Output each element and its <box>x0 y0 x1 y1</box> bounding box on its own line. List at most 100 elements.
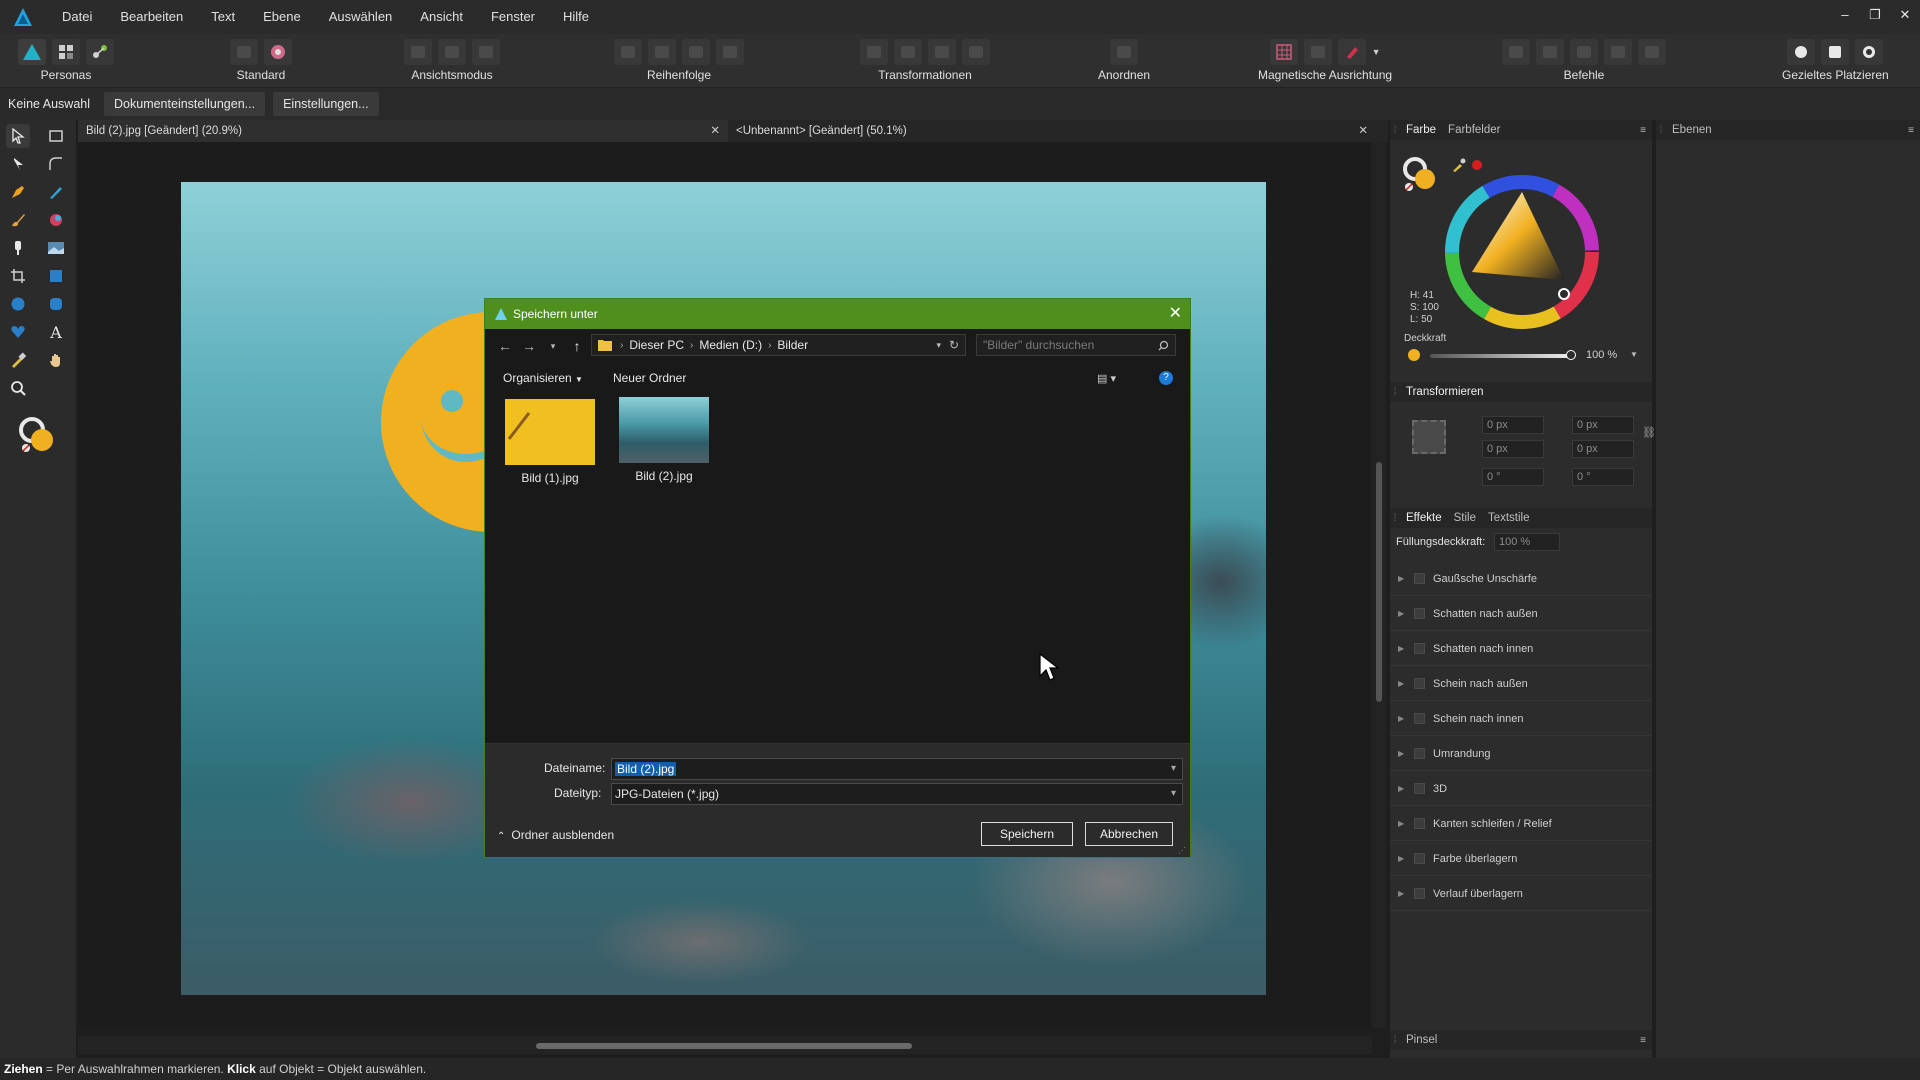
affinity-logo-icon[interactable] <box>12 6 34 28</box>
recent-dropdown-icon[interactable]: ▾ <box>541 341 565 352</box>
grip-icon[interactable]: ⁞ <box>1390 125 1400 136</box>
insert-behind-icon[interactable] <box>1787 39 1816 65</box>
opacity-value[interactable]: 100 % <box>1586 349 1617 361</box>
save-button[interactable]: Speichern <box>981 822 1073 846</box>
transform-rotation-field[interactable]: 0 ° <box>1482 468 1544 486</box>
effect-checkbox[interactable] <box>1414 853 1425 864</box>
insert-inside-icon[interactable] <box>1855 39 1884 65</box>
opacity-slider[interactable] <box>1430 354 1570 358</box>
order-3-icon[interactable] <box>682 39 710 65</box>
corner-tool-icon[interactable] <box>44 152 68 176</box>
transform-h-field[interactable]: 0 px <box>1572 440 1634 458</box>
filename-input[interactable]: Bild (2).jpg ▾ <box>611 758 1183 780</box>
expand-icon[interactable]: ▶ <box>1398 609 1408 618</box>
transform-shear-field[interactable]: 0 ° <box>1572 468 1634 486</box>
artboard-tool-icon[interactable] <box>44 124 68 148</box>
grip-icon[interactable]: ⁞ <box>1656 125 1666 136</box>
tab-farbe[interactable]: Farbe <box>1400 124 1442 136</box>
close-tab-icon[interactable]: ✕ <box>1358 120 1368 142</box>
pixel-persona-icon[interactable] <box>52 39 80 65</box>
search-icon[interactable] <box>1158 340 1169 351</box>
filename-dropdown-icon[interactable]: ▾ <box>1171 759 1176 779</box>
menu-auswaehlen[interactable]: Auswählen <box>315 0 407 34</box>
rectangle-tool-icon[interactable] <box>44 264 68 288</box>
color-wheel[interactable] <box>1442 172 1602 332</box>
transparency-tool-icon[interactable] <box>6 236 30 260</box>
fill-opacity-field[interactable]: 100 % <box>1494 533 1560 551</box>
file-item[interactable]: Bild (1).jpg <box>503 399 597 489</box>
close-tab-icon[interactable]: ✕ <box>710 120 720 142</box>
effect-checkbox[interactable] <box>1414 643 1425 654</box>
menu-datei[interactable]: Datei <box>48 0 106 34</box>
back-arrow-icon[interactable]: ← <box>493 338 517 354</box>
tab-farbfelder[interactable]: Farbfelder <box>1442 124 1506 136</box>
expand-icon[interactable]: ▶ <box>1398 854 1408 863</box>
transform-4-icon[interactable] <box>962 39 990 65</box>
grip-icon[interactable]: ⁞ <box>1390 387 1400 398</box>
tab-unbenannt[interactable]: <Unbenannt> [Geändert] (50.1%) ✕ <box>728 120 1376 142</box>
command-1-icon[interactable] <box>1502 39 1530 65</box>
file-list[interactable]: Bild (1).jpg Bild (2).jpg <box>485 393 1190 743</box>
effect-row[interactable]: ▶ Farbe überlagern <box>1390 842 1652 876</box>
effect-row[interactable]: ▶ Kanten schleifen / Relief <box>1390 807 1652 841</box>
expand-icon[interactable]: ▶ <box>1398 889 1408 898</box>
breadcrumb-medien[interactable]: Medien (D:) <box>695 338 766 352</box>
opacity-slider-handle[interactable] <box>1566 350 1576 360</box>
transform-3-icon[interactable] <box>928 39 956 65</box>
command-4-icon[interactable] <box>1604 39 1632 65</box>
grip-icon[interactable]: ⁞ <box>1390 1035 1400 1046</box>
expand-icon[interactable]: ▶ <box>1398 679 1408 688</box>
up-arrow-icon[interactable]: ↑ <box>565 338 589 354</box>
menu-ebene[interactable]: Ebene <box>249 0 315 34</box>
horizontal-scrollbar[interactable] <box>78 1036 1372 1054</box>
command-2-icon[interactable] <box>1536 39 1564 65</box>
transform-1-icon[interactable] <box>860 39 888 65</box>
document-settings-button[interactable]: Dokumenteinstellungen... <box>104 92 266 116</box>
hand-tool-icon[interactable] <box>44 348 68 372</box>
effect-row[interactable]: ▶ Gaußsche Unschärfe <box>1390 562 1652 596</box>
anchor-selector[interactable] <box>1412 420 1446 454</box>
rounded-rect-tool-icon[interactable] <box>44 292 68 316</box>
view-mode-2-icon[interactable] <box>438 39 466 65</box>
zoom-tool-icon[interactable] <box>6 376 30 400</box>
effect-row[interactable]: ▶ Umrandung <box>1390 737 1652 771</box>
color-swatch-icon[interactable] <box>18 416 58 456</box>
standard-tool-1-icon[interactable] <box>230 39 258 65</box>
eyedropper-tool-icon[interactable] <box>6 348 30 372</box>
vertical-scroll-thumb[interactable] <box>1376 462 1382 702</box>
arrange-icon[interactable] <box>1110 39 1139 65</box>
move-tool-icon[interactable] <box>6 124 30 148</box>
command-5-icon[interactable] <box>1638 39 1666 65</box>
settings-button[interactable]: Einstellungen... <box>273 92 379 116</box>
place-image-tool-icon[interactable] <box>44 236 68 260</box>
effect-checkbox[interactable] <box>1414 573 1425 584</box>
order-1-icon[interactable] <box>614 39 642 65</box>
new-folder-button[interactable]: Neuer Ordner <box>613 371 686 385</box>
transform-y-field[interactable]: 0 px <box>1482 440 1544 458</box>
panel-menu-icon[interactable]: ≡ <box>1640 1035 1646 1046</box>
address-bar[interactable]: › Dieser PC › Medien (D:) › Bilder ▾ ↻ <box>591 334 966 356</box>
view-mode-1-icon[interactable] <box>404 39 432 65</box>
refresh-icon[interactable]: ↻ <box>949 338 959 352</box>
expand-icon[interactable]: ▶ <box>1398 784 1408 793</box>
address-dropdown-icon[interactable]: ▾ <box>936 340 941 351</box>
fill-tool-icon[interactable] <box>44 208 68 232</box>
node-tool-icon[interactable] <box>6 152 30 176</box>
link-aspect-icon[interactable]: ⛓ <box>1642 426 1656 439</box>
breadcrumb-bilder[interactable]: Bilder <box>773 338 812 352</box>
menu-hilfe[interactable]: Hilfe <box>549 0 603 34</box>
panel-menu-icon[interactable]: ≡ <box>1908 125 1914 136</box>
snapping-2-icon[interactable] <box>1303 39 1332 65</box>
vertical-scrollbar[interactable] <box>1372 142 1386 1028</box>
forward-arrow-icon[interactable]: → <box>517 338 541 354</box>
expand-icon[interactable]: ▶ <box>1398 714 1408 723</box>
opacity-dropdown-icon[interactable]: ▼ <box>1630 350 1638 359</box>
color-chip-icon[interactable] <box>1402 156 1442 196</box>
text-tool-icon[interactable]: A <box>44 320 68 344</box>
tab-ebenen[interactable]: Ebenen <box>1666 124 1718 136</box>
dialog-close-icon[interactable]: ✕ <box>1169 303 1182 323</box>
tab-transformieren[interactable]: Transformieren <box>1400 386 1490 398</box>
effect-checkbox[interactable] <box>1414 713 1425 724</box>
menu-ansicht[interactable]: Ansicht <box>406 0 477 34</box>
minimize-button[interactable]: – <box>1830 0 1860 34</box>
